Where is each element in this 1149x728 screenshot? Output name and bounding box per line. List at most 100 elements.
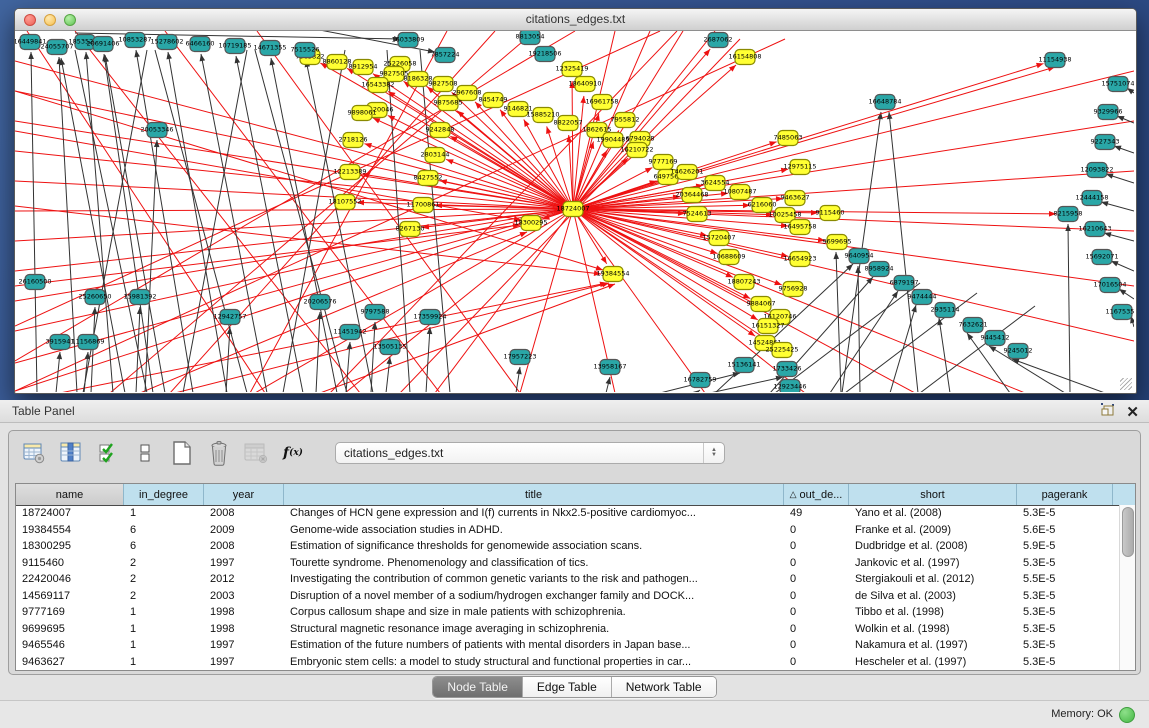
graph-node[interactable]: 9699695 bbox=[823, 235, 852, 250]
column-header-out-de-[interactable]: △out_de... bbox=[784, 484, 849, 505]
column-header-short[interactable]: short bbox=[849, 484, 1017, 505]
graph-node[interactable]: 9898061 bbox=[348, 106, 377, 121]
graph-node[interactable]: 16648784 bbox=[868, 95, 901, 110]
tab-node-table[interactable]: Node Table bbox=[433, 677, 523, 697]
graph-node[interactable]: 16961758 bbox=[585, 95, 618, 110]
table-row[interactable]: 969969511998Structural magnetic resonanc… bbox=[16, 622, 1135, 639]
select-rows-icon[interactable] bbox=[95, 440, 121, 466]
graph-node[interactable]: 25225425 bbox=[765, 343, 798, 358]
graph-node[interactable]: 6879197 bbox=[890, 276, 919, 291]
column-header-in-degree[interactable]: in_degree bbox=[124, 484, 204, 505]
citation-network-graph[interactable]: 1872400718300295193845547963822886012889… bbox=[15, 31, 1134, 392]
graph-node[interactable]: 15278602 bbox=[150, 35, 183, 50]
graph-node[interactable]: 9242848 bbox=[426, 123, 455, 138]
column-header-name[interactable]: name bbox=[16, 484, 124, 505]
graph-node[interactable]: 16495758 bbox=[783, 220, 816, 235]
graph-node[interactable]: 8813054 bbox=[516, 31, 545, 45]
graph-node[interactable]: 12975115 bbox=[783, 160, 816, 175]
show-columns-icon[interactable] bbox=[58, 440, 84, 466]
graph-node[interactable]: 1733426 bbox=[773, 362, 802, 377]
graph-node[interactable]: 16033809 bbox=[391, 33, 424, 48]
graph-node[interactable]: 16151327 bbox=[751, 319, 784, 334]
graph-node[interactable]: 17957223 bbox=[503, 350, 536, 365]
graph-node[interactable]: 9884067 bbox=[747, 297, 776, 312]
graph-node[interactable]: 13505135 bbox=[373, 340, 406, 355]
graph-node[interactable]: 10688609 bbox=[712, 250, 745, 265]
graph-node[interactable]: 2935114 bbox=[931, 303, 960, 318]
graph-node[interactable]: 17359924 bbox=[413, 310, 446, 325]
resize-grip[interactable] bbox=[1120, 378, 1132, 390]
graph-node[interactable]: 9445412 bbox=[981, 331, 1010, 346]
graph-node[interactable]: 7857224 bbox=[431, 48, 460, 63]
graph-node[interactable]: 16782759 bbox=[683, 373, 716, 388]
graph-node[interactable]: 19384554 bbox=[596, 267, 629, 282]
table-vertical-scrollbar[interactable] bbox=[1119, 505, 1135, 670]
delete-column-icon[interactable] bbox=[206, 440, 232, 466]
float-panel-icon[interactable] bbox=[1100, 402, 1116, 423]
graph-node[interactable]: 13958167 bbox=[593, 360, 626, 375]
graph-node[interactable]: 2687062 bbox=[704, 33, 733, 48]
graph-node[interactable]: 16210722 bbox=[620, 143, 653, 158]
graph-node[interactable]: 11156869 bbox=[71, 335, 104, 350]
table-row[interactable]: 946554611997Estimation of the future num… bbox=[16, 638, 1135, 655]
graph-node[interactable]: 7955812 bbox=[611, 113, 640, 128]
table-source-dropdown[interactable]: citations_edges.txt ▲▼ bbox=[335, 442, 725, 464]
graph-node[interactable]: 7485063 bbox=[774, 131, 803, 146]
table-row[interactable]: 1872400712008Changes of HCN gene express… bbox=[16, 506, 1135, 523]
graph-node[interactable]: 12213389 bbox=[333, 165, 366, 180]
graph-node[interactable]: 10853287 bbox=[118, 33, 151, 48]
graph-node[interactable]: 20053346 bbox=[140, 123, 173, 138]
graph-node[interactable]: 7632621 bbox=[959, 318, 988, 333]
tab-edge-table[interactable]: Edge Table bbox=[523, 677, 612, 697]
graph-node[interactable]: 15136141 bbox=[727, 358, 760, 373]
graph-node[interactable]: 8822057 bbox=[554, 116, 583, 131]
graph-node[interactable]: 16654923 bbox=[783, 252, 816, 267]
table-row[interactable]: 1456911722003Disruption of a novel membe… bbox=[16, 589, 1135, 606]
graph-node[interactable]: 9875685 bbox=[434, 96, 463, 111]
graph-node[interactable]: 11675358 bbox=[1105, 305, 1134, 320]
graph-node[interactable]: 14671355 bbox=[253, 41, 286, 56]
graph-node[interactable]: 20206576 bbox=[303, 295, 336, 310]
scrollbar-thumb[interactable] bbox=[1122, 507, 1134, 557]
graph-node[interactable]: 2718126 bbox=[339, 133, 368, 148]
table-settings-icon[interactable] bbox=[21, 440, 47, 466]
row-height-icon[interactable] bbox=[132, 440, 158, 466]
graph-node[interactable]: 9245012 bbox=[1004, 344, 1033, 359]
column-header-pagerank[interactable]: pagerank bbox=[1017, 484, 1113, 505]
delete-table-icon[interactable] bbox=[243, 440, 269, 466]
network-canvas[interactable]: 1872400718300295193845547963822886012889… bbox=[15, 31, 1134, 392]
window-titlebar[interactable]: citations_edges.txt bbox=[15, 9, 1136, 31]
memory-ok-icon[interactable] bbox=[1119, 707, 1135, 723]
close-panel-icon[interactable]: ✕ bbox=[1126, 404, 1139, 422]
column-header-title[interactable]: title bbox=[284, 484, 784, 505]
graph-node[interactable]: 2803144 bbox=[421, 148, 450, 163]
graph-node[interactable]: 8215958 bbox=[1054, 207, 1083, 222]
graph-node[interactable]: 19218506 bbox=[528, 47, 561, 62]
graph-node[interactable]: 18107552 bbox=[328, 195, 361, 210]
graph-node[interactable]: 18300295 bbox=[514, 216, 547, 231]
graph-node[interactable]: 9329966 bbox=[1094, 105, 1123, 120]
graph-node[interactable]: 18807243 bbox=[727, 275, 760, 290]
graph-node[interactable]: 11154938 bbox=[1038, 53, 1071, 68]
graph-node[interactable]: 3915941 bbox=[46, 335, 75, 350]
graph-node[interactable]: 9463627 bbox=[781, 191, 810, 206]
table-row[interactable]: 977716911998Corpus callosum shape and si… bbox=[16, 605, 1135, 622]
graph-node[interactable]: 12325419 bbox=[555, 62, 588, 77]
graph-node[interactable]: 9474444 bbox=[908, 290, 937, 305]
function-builder-icon[interactable]: f(x) bbox=[280, 440, 306, 466]
graph-node[interactable]: 25260650 bbox=[78, 290, 111, 305]
graph-node[interactable]: 26160500 bbox=[18, 275, 51, 290]
graph-node[interactable]: 9640954 bbox=[845, 249, 874, 264]
table-row[interactable]: 946362711997Embryonic stem cells: a mode… bbox=[16, 655, 1135, 672]
table-row[interactable]: 1830029562008Estimation of significance … bbox=[16, 539, 1135, 556]
graph-node[interactable]: 8958924 bbox=[865, 262, 894, 277]
new-column-icon[interactable] bbox=[169, 440, 195, 466]
graph-node[interactable]: 6466160 bbox=[186, 37, 215, 52]
table-row[interactable]: 1938455462009Genome-wide association stu… bbox=[16, 523, 1135, 540]
table-row[interactable]: 911546021997Tourette syndrome. Phenomeno… bbox=[16, 556, 1135, 573]
graph-node[interactable]: 12923446 bbox=[773, 380, 806, 393]
column-header-year[interactable]: year bbox=[204, 484, 284, 505]
graph-node[interactable]: 9227343 bbox=[1091, 135, 1120, 150]
table-row[interactable]: 2242004622012Investigating the contribut… bbox=[16, 572, 1135, 589]
tab-network-table[interactable]: Network Table bbox=[612, 677, 716, 697]
